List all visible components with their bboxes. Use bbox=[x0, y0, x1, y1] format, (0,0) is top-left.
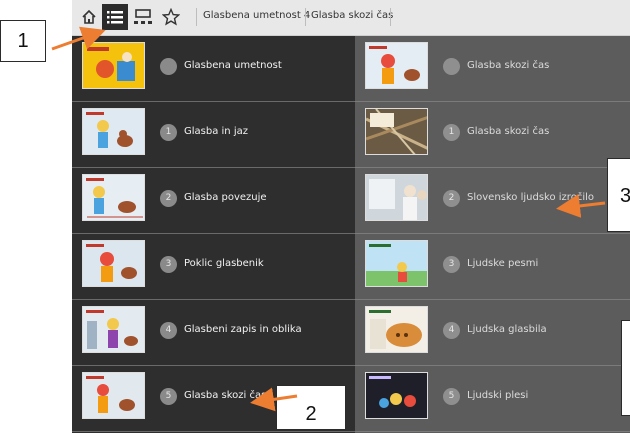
chapter-thumbnail bbox=[82, 306, 145, 353]
callout-box bbox=[621, 320, 630, 416]
list-item[interactable]: Glasbena umetnost bbox=[72, 36, 355, 102]
list-item[interactable]: 5 Ljudski plesi bbox=[355, 366, 630, 432]
list-item[interactable]: 4 Glasbeni zapis in oblika bbox=[72, 300, 355, 366]
chapter-title: Glasbeni zapis in oblika bbox=[184, 324, 302, 335]
breadcrumb-separator bbox=[305, 8, 306, 26]
list-item[interactable]: 1 Glasba skozi čas bbox=[355, 102, 630, 168]
subchapter-thumbnail bbox=[365, 108, 428, 155]
list-item[interactable]: 4 Ljudska glasbila bbox=[355, 300, 630, 366]
subchapter-thumbnail bbox=[365, 306, 428, 353]
chapter-number-badge: 3 bbox=[160, 256, 177, 273]
subchapter-title: Glasba skozi čas bbox=[467, 60, 550, 71]
toolbar: Glasbena umetnost 4 Glasba skozi čas bbox=[72, 0, 630, 36]
list-item[interactable]: 2 Glasba povezuje bbox=[72, 168, 355, 234]
subchapter-thumbnail bbox=[365, 174, 428, 221]
chapter-grid: Glasbena umetnost 1 Glasba in jaz 2 Glas… bbox=[72, 36, 630, 433]
chapter-thumbnail bbox=[82, 42, 145, 89]
list-item[interactable]: Glasba skozi čas bbox=[355, 36, 630, 102]
list-item[interactable]: 3 Ljudske pesmi bbox=[355, 234, 630, 300]
subchapter-number-badge: 2 bbox=[443, 190, 460, 207]
chapter-number-badge: 1 bbox=[160, 124, 177, 141]
chapter-title: Glasba povezuje bbox=[184, 192, 267, 203]
home-icon[interactable] bbox=[76, 4, 102, 30]
chapter-title: Glasbena umetnost bbox=[184, 60, 282, 71]
star-icon[interactable] bbox=[158, 4, 184, 30]
breadcrumb-chapter[interactable]: Glasba skozi čas bbox=[311, 10, 393, 21]
list-item[interactable]: 1 Glasba in jaz bbox=[72, 102, 355, 168]
chapter-title: Poklic glasbenik bbox=[184, 258, 264, 269]
chapter-thumbnail bbox=[82, 240, 145, 287]
breadcrumb-course[interactable]: Glasbena umetnost 4 bbox=[203, 10, 310, 21]
chapter-title: Glasba skozi čas bbox=[184, 390, 267, 401]
chapter-number-badge: 4 bbox=[160, 322, 177, 339]
subchapter-thumbnail bbox=[365, 240, 428, 287]
callout-box: 3 bbox=[607, 158, 630, 232]
list-item[interactable]: 2 Slovensko ljudsko izročilo bbox=[355, 168, 630, 234]
callout-box: 1 bbox=[0, 20, 46, 62]
chapter-thumbnail bbox=[82, 372, 145, 419]
subchapter-number-badge: 5 bbox=[443, 388, 460, 405]
list-icon[interactable] bbox=[102, 4, 128, 30]
subchapter-title: Ljudska glasbila bbox=[467, 324, 547, 335]
breadcrumb-separator bbox=[390, 8, 391, 26]
subchapter-list-column: Glasba skozi čas 1 Glasba skozi čas 2 Sl… bbox=[355, 36, 630, 433]
chapter-list-column: Glasbena umetnost 1 Glasba in jaz 2 Glas… bbox=[72, 36, 355, 433]
chapter-thumbnail bbox=[82, 108, 145, 155]
chapter-thumbnail bbox=[82, 174, 145, 221]
chapter-number-badge bbox=[160, 58, 177, 75]
subchapter-title: Slovensko ljudsko izročilo bbox=[467, 192, 594, 203]
subchapter-title: Ljudske pesmi bbox=[467, 258, 539, 269]
subchapter-title: Ljudski plesi bbox=[467, 390, 529, 401]
subchapter-number-badge: 4 bbox=[443, 322, 460, 339]
subchapter-thumbnail bbox=[365, 372, 428, 419]
subchapter-number-badge: 1 bbox=[443, 124, 460, 141]
list-item[interactable]: 3 Poklic glasbenik bbox=[72, 234, 355, 300]
subchapter-number-badge: 3 bbox=[443, 256, 460, 273]
subchapter-title: Glasba skozi čas bbox=[467, 126, 550, 137]
subchapter-thumbnail bbox=[365, 42, 428, 89]
chapter-number-badge: 5 bbox=[160, 388, 177, 405]
breadcrumb-separator bbox=[196, 8, 197, 26]
sitemap-icon[interactable] bbox=[130, 4, 156, 30]
chapter-title: Glasba in jaz bbox=[184, 126, 248, 137]
subchapter-number-badge bbox=[443, 58, 460, 75]
callout-box: 2 bbox=[276, 385, 346, 430]
chapter-number-badge: 2 bbox=[160, 190, 177, 207]
